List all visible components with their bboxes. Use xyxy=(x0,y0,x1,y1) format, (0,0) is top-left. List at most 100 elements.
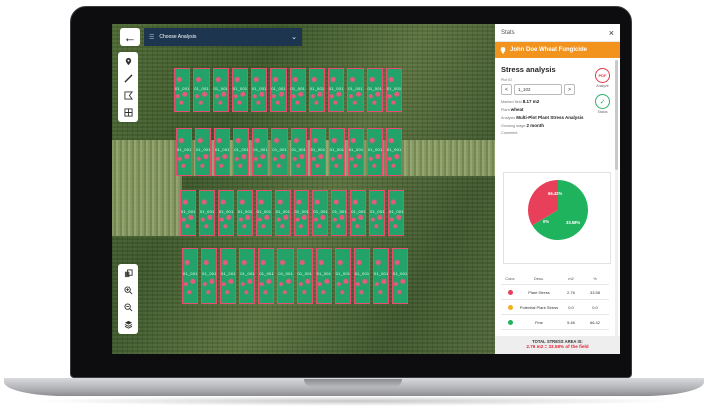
field-plot[interactable]: 01_001 xyxy=(328,128,345,176)
field-plot[interactable]: 01_001 xyxy=(308,68,325,112)
ruler-icon[interactable] xyxy=(118,71,138,86)
field-plot[interactable]: 01_001 xyxy=(270,68,287,112)
plot-label: 01_001 xyxy=(392,270,408,276)
field-plot[interactable]: 01_001 xyxy=(385,128,402,176)
plot-label: 01_001 xyxy=(199,208,215,214)
location-pin-icon[interactable] xyxy=(118,54,138,69)
field-plot[interactable]: 01_001 xyxy=(347,128,364,176)
total-value: 2.76 m2 = 33.58% of the field xyxy=(526,344,589,349)
field-plot[interactable]: 01_001 xyxy=(239,248,256,304)
field-plot[interactable]: 01_001 xyxy=(180,190,196,236)
marked-area-label: Marked field xyxy=(501,100,522,104)
color-swatch xyxy=(507,304,513,310)
chevron-down-icon: ⌄ xyxy=(291,34,297,41)
plot-label: 01_001 xyxy=(386,147,402,153)
field-plot[interactable]: 01_001 xyxy=(372,248,389,304)
plot-label: 01_001 xyxy=(177,147,192,153)
location-pin-icon xyxy=(500,46,506,54)
plot-id-input[interactable]: 1_102 xyxy=(514,84,562,95)
back-button[interactable]: ← xyxy=(120,28,140,46)
plot-label: 01_001 xyxy=(348,147,364,153)
field-plot[interactable]: 01_001 xyxy=(296,248,313,304)
field-plot[interactable]: 01_001 xyxy=(271,128,288,176)
field-plot[interactable]: 01_001 xyxy=(176,128,193,176)
analysis-row: Analysis Multi-Plot Plant Stress Analysi… xyxy=(501,114,589,122)
next-plot-button[interactable]: > xyxy=(564,84,575,95)
field-plot[interactable]: 01_001 xyxy=(350,190,367,236)
field-plot[interactable]: 01_001 xyxy=(328,68,345,112)
field-plot[interactable]: 01_001 xyxy=(201,248,218,304)
field-plot[interactable]: 01_001 xyxy=(214,128,231,176)
stress-pie-card: 66.42% 33.58% 0% xyxy=(503,172,611,264)
field-plot[interactable]: 01_001 xyxy=(252,128,269,176)
field-plot[interactable]: 01_001 xyxy=(233,128,250,176)
previous-plot-button[interactable]: < xyxy=(501,84,512,95)
field-plot[interactable]: 01_001 xyxy=(255,190,272,236)
plot-label: 01_001 xyxy=(373,270,389,276)
zoom-in-icon[interactable] xyxy=(118,283,138,298)
row-pct: 66.42 xyxy=(589,319,600,325)
field-plot[interactable]: 01_001 xyxy=(193,68,210,112)
plot-block: 01_001 01_001 01_001 01_001 01_001 01_001 01_0… xyxy=(182,248,408,304)
field-plot[interactable]: 01_001 xyxy=(277,248,294,304)
choose-analysis-dropdown[interactable]: ☰ Choose Analysis ⌄ xyxy=(144,28,302,46)
field-name-bar[interactable]: John Doe Wheat Fungicide xyxy=(495,42,620,58)
table-row: Potential Plant Stress 0.0 0.0 xyxy=(501,300,609,315)
field-plot[interactable]: 01_001 xyxy=(293,190,310,236)
plot-label: 01_001 xyxy=(367,147,383,153)
layers-stack-icon[interactable] xyxy=(118,266,138,281)
plot-label: 01_001 xyxy=(175,85,190,91)
field-plot[interactable]: 01_001 xyxy=(334,248,351,304)
polygon-icon[interactable] xyxy=(118,88,138,103)
plot-label: 01_001 xyxy=(316,270,332,276)
field-plot[interactable]: 01_001 xyxy=(385,68,402,112)
field-plot[interactable]: 01_001 xyxy=(312,190,329,236)
plot-label: 01_001 xyxy=(256,208,272,214)
field-plot[interactable]: 01_001 xyxy=(388,190,404,236)
field-plot[interactable]: 01_001 xyxy=(236,190,253,236)
plot-block: 01_001 01_001 01_001 01_001 01_001 01_001 01_0… xyxy=(180,190,404,236)
field-plot[interactable]: 01_001 xyxy=(274,190,291,236)
field-plot[interactable]: 01_001 xyxy=(198,190,215,236)
check-icon: ✓ xyxy=(595,94,610,109)
table-header-row: Color Desc. m2 % xyxy=(501,273,609,285)
field-plot[interactable]: 01_001 xyxy=(231,68,248,112)
sidebar-title: Stats xyxy=(501,29,515,36)
field-plot[interactable]: 01_001 xyxy=(315,248,332,304)
plant-value: wheat xyxy=(510,107,524,112)
grid-select-icon[interactable] xyxy=(118,105,138,120)
field-plot[interactable]: 01_001 xyxy=(220,248,237,304)
pdf-button[interactable]: PDF Analyze xyxy=(595,68,610,88)
field-plot[interactable]: 01_001 xyxy=(289,68,306,112)
plot-label: 01_001 xyxy=(278,270,293,276)
field-plot[interactable]: 01_001 xyxy=(251,68,268,112)
pdf-label: Analyze xyxy=(596,84,609,88)
field-plot[interactable]: 01_001 xyxy=(290,128,307,176)
plot-label: 01_001 xyxy=(181,208,196,214)
field-plot[interactable]: 01_001 xyxy=(217,190,234,236)
field-plot[interactable]: 01_001 xyxy=(331,190,348,236)
field-plot[interactable]: 01_001 xyxy=(391,248,408,304)
field-plot[interactable]: 01_001 xyxy=(174,68,191,112)
plot-label: 01_001 xyxy=(386,85,402,91)
total-stress-banner: TOTAL STRESS AREA IS: 2.76 m2 = 33.58% o… xyxy=(495,336,620,354)
field-plot[interactable]: 01_001 xyxy=(258,248,275,304)
field-plot[interactable]: 01_001 xyxy=(195,128,212,176)
field-plot[interactable]: 01_001 xyxy=(182,248,199,304)
status-button[interactable]: ✓ Status xyxy=(595,94,610,114)
field-plot[interactable]: 01_001 xyxy=(309,128,326,176)
field-plot[interactable]: 01_001 xyxy=(347,68,364,112)
plot-label: 01_001 xyxy=(351,208,366,214)
zoom-out-icon[interactable] xyxy=(118,300,138,315)
field-plot[interactable]: 01_001 xyxy=(366,128,383,176)
aerial-map[interactable]: ← ☰ Choose Analysis ⌄ 01_001 01_001 01_001… xyxy=(112,24,495,354)
table-row: Plant Stress 2.76 33.58 xyxy=(501,285,609,300)
field-plot[interactable]: 01_001 xyxy=(353,248,370,304)
close-icon[interactable]: × xyxy=(609,28,614,38)
field-plot[interactable]: 01_001 xyxy=(212,68,229,112)
field-plot[interactable]: 01_001 xyxy=(366,68,383,112)
plot-label: 01_001 xyxy=(310,147,326,153)
field-plot[interactable]: 01_001 xyxy=(369,190,386,236)
crop-strip xyxy=(112,176,182,236)
basemap-icon[interactable] xyxy=(118,317,138,332)
